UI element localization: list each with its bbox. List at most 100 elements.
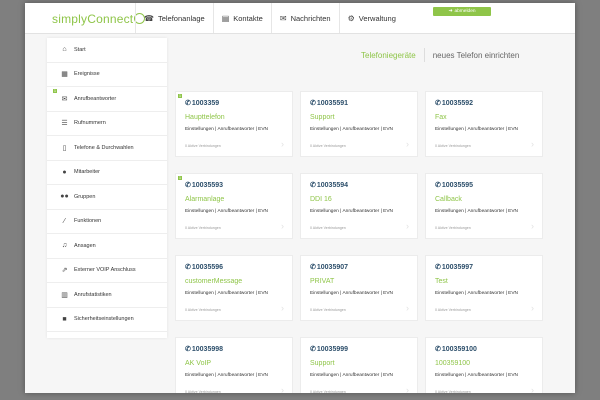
sidebar-item-sicherheitseinstellungen[interactable]: ■ Sicherheitseinstellungen: [47, 308, 167, 332]
device-name[interactable]: Test: [435, 278, 448, 285]
device-number-text: 100359100: [441, 346, 477, 353]
device-card[interactable]: ✆10035594 DDI 16 Einstellungen | Anrufbean…: [300, 173, 418, 239]
chevron-right-icon[interactable]: ›: [281, 303, 284, 313]
device-name[interactable]: Callback: [435, 196, 462, 203]
device-name[interactable]: Fax: [435, 114, 447, 121]
sidebar-item-externer-voip[interactable]: ⇗ Externer VOIP Anschluss: [47, 259, 167, 283]
device-card[interactable]: ✆10035595 Callback Einstellungen | Anrufbe…: [425, 173, 543, 239]
content-tabs: Telefoniegeräte neues Telefon einrichten: [353, 48, 527, 62]
list-icon: ☰: [61, 120, 68, 128]
device-name[interactable]: customerMessage: [185, 278, 242, 285]
device-card[interactable]: 1 ✆1003359 Haupttelefon Einstellungen | Anr…: [175, 91, 293, 157]
app-window: simplyConnect ☎ Telefonanlage ▤ Kontakte…: [25, 3, 575, 393]
device-card[interactable]: 1 ✆10035593 Alarmanlage Einstellungen | Anr…: [175, 173, 293, 239]
sidebar-item-ereignisse[interactable]: ▦ Ereignisse: [47, 63, 167, 87]
device-name[interactable]: PRIVAT: [310, 278, 334, 285]
chevron-right-icon[interactable]: ›: [281, 139, 284, 149]
notification-badge: 1: [53, 89, 57, 93]
nav-item-telefonanlage[interactable]: ☎ Telefonanlage: [135, 3, 213, 33]
sidebar-item-label: Ereignisse: [74, 71, 100, 78]
device-number-text: 10035594: [316, 182, 349, 189]
sidebar-item-funktionen[interactable]: ⁄ Funktionen: [47, 210, 167, 234]
connection-status: 0 Aktive Verbindungen: [435, 390, 471, 393]
sidebar-item-label: Externer VOIP Anschluss: [74, 267, 136, 274]
sidebar-item-mitarbeiter[interactable]: ● Mitarbeiter: [47, 161, 167, 185]
chevron-right-icon[interactable]: ›: [531, 221, 534, 231]
chevron-right-icon[interactable]: ›: [406, 303, 409, 313]
chevron-right-icon[interactable]: ›: [406, 139, 409, 149]
chevron-right-icon[interactable]: ›: [531, 303, 534, 313]
device-name[interactable]: Support: [310, 360, 335, 367]
sidebar-item-anrufstatistiken[interactable]: ▥ Anrufstatistiken: [47, 283, 167, 308]
phone-icon: ✆: [435, 346, 441, 353]
device-name[interactable]: Haupttelefon: [185, 114, 225, 121]
tab-telefoniegeraete[interactable]: Telefoniegeräte: [353, 51, 424, 60]
chevron-right-icon[interactable]: ›: [406, 221, 409, 231]
sidebar-item-start[interactable]: ⌂ Start: [47, 38, 167, 63]
logout-button[interactable]: ➜ abmelden: [433, 7, 491, 16]
chevron-right-icon[interactable]: ›: [281, 385, 284, 393]
device-links[interactable]: Einstellungen | Anrufbeantworter | EVN: [435, 291, 518, 296]
device-links[interactable]: Einstellungen | Anrufbeantworter | EVN: [310, 291, 393, 296]
notification-badge: 1: [178, 176, 182, 180]
device-card[interactable]: ✆10035596 customerMessage Einstellungen | …: [175, 255, 293, 321]
gears-icon: ⚙: [347, 13, 355, 23]
nav-item-kontakte[interactable]: ▤ Kontakte: [212, 3, 271, 33]
device-number-text: 10035593: [191, 182, 224, 189]
device-name[interactable]: Alarmanlage: [185, 196, 224, 203]
phone-box-icon: ☎: [144, 13, 154, 23]
connection-status: 0 Aktive Verbindungen: [185, 308, 221, 312]
voicemail-icon: ✉: [61, 95, 68, 103]
bar-chart-icon: ▥: [61, 291, 68, 299]
sidebar-item-gruppen[interactable]: ●● Gruppen: [47, 185, 167, 210]
device-number-text: 10035997: [441, 264, 474, 271]
nav-item-nachrichten[interactable]: ✉ Nachrichten: [270, 3, 339, 33]
device-card[interactable]: ✆100359100 100359100 Einstellungen | Anruf…: [425, 337, 543, 393]
device-icon: ▯: [62, 144, 67, 152]
phone-icon: ✆: [185, 182, 191, 189]
device-links[interactable]: Einstellungen | Anrufbeantworter | EVN: [435, 127, 518, 132]
device-links[interactable]: Einstellungen | Anrufbeantworter | EVN: [435, 373, 518, 378]
device-card[interactable]: ✆10035997 Test Einstellungen | Anrufbeantw…: [425, 255, 543, 321]
logo-text: simplyConnect: [52, 12, 134, 26]
phone-icon: ✆: [435, 100, 441, 107]
device-name[interactable]: AK VoIP: [185, 360, 211, 367]
nav-item-verwaltung[interactable]: ⚙ Verwaltung: [338, 3, 404, 33]
connection-status: 0 Aktive Verbindungen: [185, 144, 221, 148]
device-number: ✆10035907: [310, 263, 348, 271]
device-links[interactable]: Einstellungen | Anrufbeantworter | EVN: [435, 209, 518, 214]
device-card[interactable]: ✆10035907 PRIVAT Einstellungen | Anrufbean…: [300, 255, 418, 321]
chevron-right-icon[interactable]: ›: [281, 221, 284, 231]
device-name[interactable]: DDI 16: [310, 196, 332, 203]
device-links[interactable]: Einstellungen | Anrufbeantworter | EVN: [310, 209, 393, 214]
device-card[interactable]: ✆10035998 AK VoIP Einstellungen | Anrufbea…: [175, 337, 293, 393]
sidebar-item-ansagen[interactable]: ♫ Ansagen: [47, 234, 167, 259]
app-logo[interactable]: simplyConnect: [52, 12, 146, 26]
connection-status: 0 Aktive Verbindungen: [310, 226, 346, 230]
phone-icon: ✆: [185, 346, 191, 353]
device-links[interactable]: Einstellungen | Anrufbeantworter | EVN: [185, 209, 268, 214]
device-links[interactable]: Einstellungen | Anrufbeantworter | EVN: [310, 373, 393, 378]
device-card[interactable]: ✆10035591 Support Einstellungen | Anrufbea…: [300, 91, 418, 157]
sidebar-item-label: Start: [74, 46, 86, 53]
envelope-icon: ✉: [279, 13, 287, 23]
device-links[interactable]: Einstellungen | Anrufbeantworter | EVN: [185, 127, 268, 132]
chevron-right-icon[interactable]: ›: [531, 139, 534, 149]
sidebar-item-anrufbeantworter[interactable]: 1 ✉ Anrufbeantworter: [47, 87, 167, 112]
device-links[interactable]: Einstellungen | Anrufbeantworter | EVN: [185, 291, 268, 296]
chevron-right-icon[interactable]: ›: [406, 385, 409, 393]
device-number: ✆10035596: [185, 263, 223, 271]
tab-neues-telefon[interactable]: neues Telefon einrichten: [425, 51, 528, 60]
sidebar-item-rufnummern[interactable]: ☰ Rufnummern: [47, 112, 167, 136]
device-number-text: 10035595: [441, 182, 474, 189]
device-name[interactable]: 100359100: [435, 360, 470, 367]
sidebar-item-telefone-durchwahlen[interactable]: ▯ Telefone & Durchwahlen: [47, 136, 167, 161]
phone-icon: ✆: [310, 182, 316, 189]
device-name[interactable]: Support: [310, 114, 335, 121]
device-card[interactable]: ✆10035999 Support Einstellungen | Anrufbea…: [300, 337, 418, 393]
device-links[interactable]: Einstellungen | Anrufbeantworter | EVN: [310, 127, 393, 132]
device-links[interactable]: Einstellungen | Anrufbeantworter | EVN: [185, 373, 268, 378]
device-card[interactable]: ✆10035592 Fax Einstellungen | Anrufbeantwo…: [425, 91, 543, 157]
chevron-right-icon[interactable]: ›: [531, 385, 534, 393]
phone-icon: ✆: [185, 264, 191, 271]
